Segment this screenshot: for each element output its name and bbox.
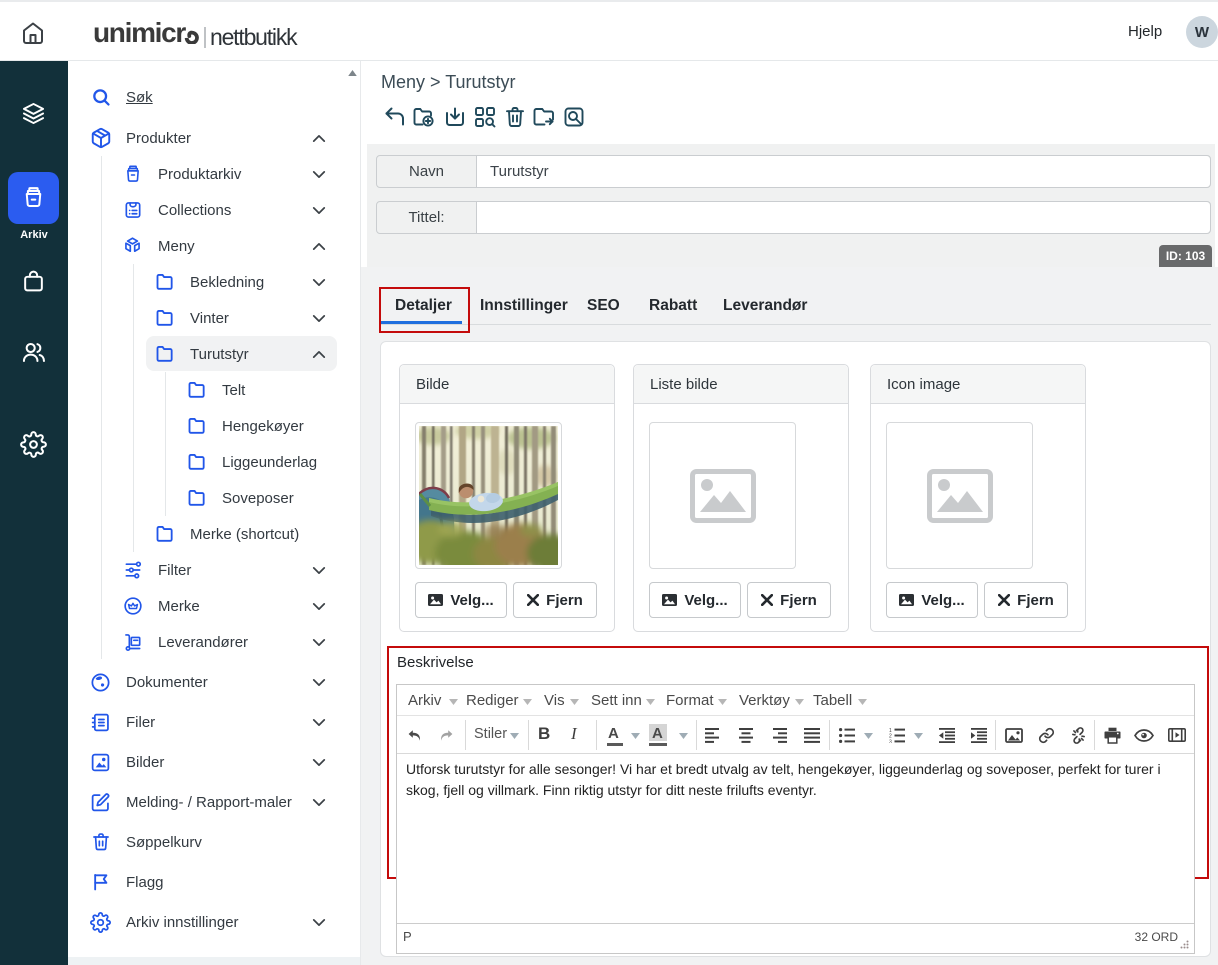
svg-text:3: 3 — [889, 740, 892, 743]
